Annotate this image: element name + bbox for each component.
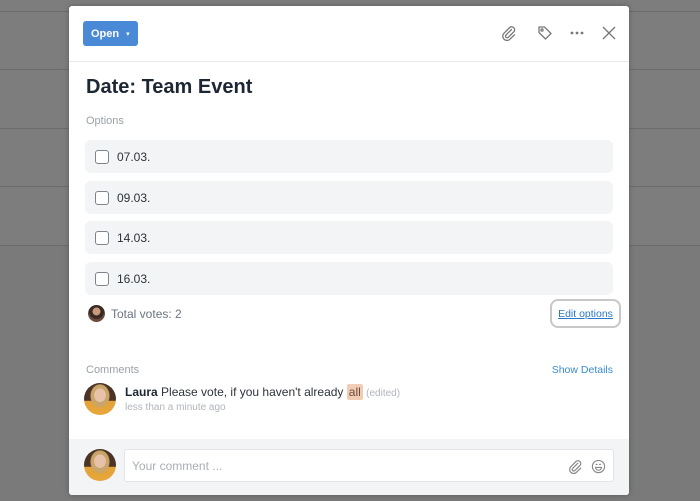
option-checkbox[interactable] [95,230,109,245]
comment-input[interactable] [132,458,552,473]
poll-option[interactable]: 07.03. [85,140,613,173]
current-user-avatar [84,449,116,481]
card-detail-modal: Open ▾ Date: Team Event Options 07.03. 0… [69,6,629,495]
edited-label: (edited) [366,388,401,399]
comment-item: Laura Please vote, if you haven't alread… [125,384,401,413]
option-label: 07.03. [117,149,151,164]
close-icon[interactable] [600,24,618,42]
options-label: Options [86,115,124,127]
option-checkbox[interactable] [95,149,109,164]
option-label: 09.03. [117,190,151,205]
emoji-icon[interactable] [590,458,606,474]
edit-options-label: Edit options [558,307,613,320]
attachment-icon[interactable] [567,458,583,474]
comment-author[interactable]: Laura [125,385,158,399]
comment-timestamp: less than a minute ago [125,402,226,413]
voter-avatar[interactable] [88,305,105,322]
poll-option[interactable]: 14.03. [85,221,613,254]
chevron-down-icon: ▾ [126,30,130,38]
attachment-icon[interactable] [500,24,518,42]
more-icon[interactable] [568,24,586,42]
mention-tag[interactable]: all [346,384,363,400]
option-checkbox[interactable] [95,271,109,286]
poll-option[interactable]: 16.03. [85,262,613,295]
comment-author-avatar[interactable] [84,383,116,415]
option-checkbox[interactable] [95,190,109,205]
option-label: 14.03. [117,230,151,245]
status-label: Open [91,27,120,40]
status-dropdown-button[interactable]: Open ▾ [83,21,138,46]
option-label: 16.03. [117,271,151,286]
comments-label: Comments [86,364,140,376]
card-title: Date: Team Event [86,76,253,98]
comment-composer [69,439,629,495]
edit-options-button[interactable]: Edit options [550,299,621,328]
comment-input-box[interactable] [124,449,614,482]
poll-option[interactable]: 09.03. [85,181,613,214]
total-votes-text: Total votes: 2 [111,306,182,321]
show-details-link[interactable]: Show Details [552,364,613,376]
modal-header: Open ▾ [69,6,629,62]
tag-icon[interactable] [536,24,554,42]
comment-text: Please vote, if you haven't already [161,385,344,399]
total-votes: Total votes: 2 [88,305,182,322]
